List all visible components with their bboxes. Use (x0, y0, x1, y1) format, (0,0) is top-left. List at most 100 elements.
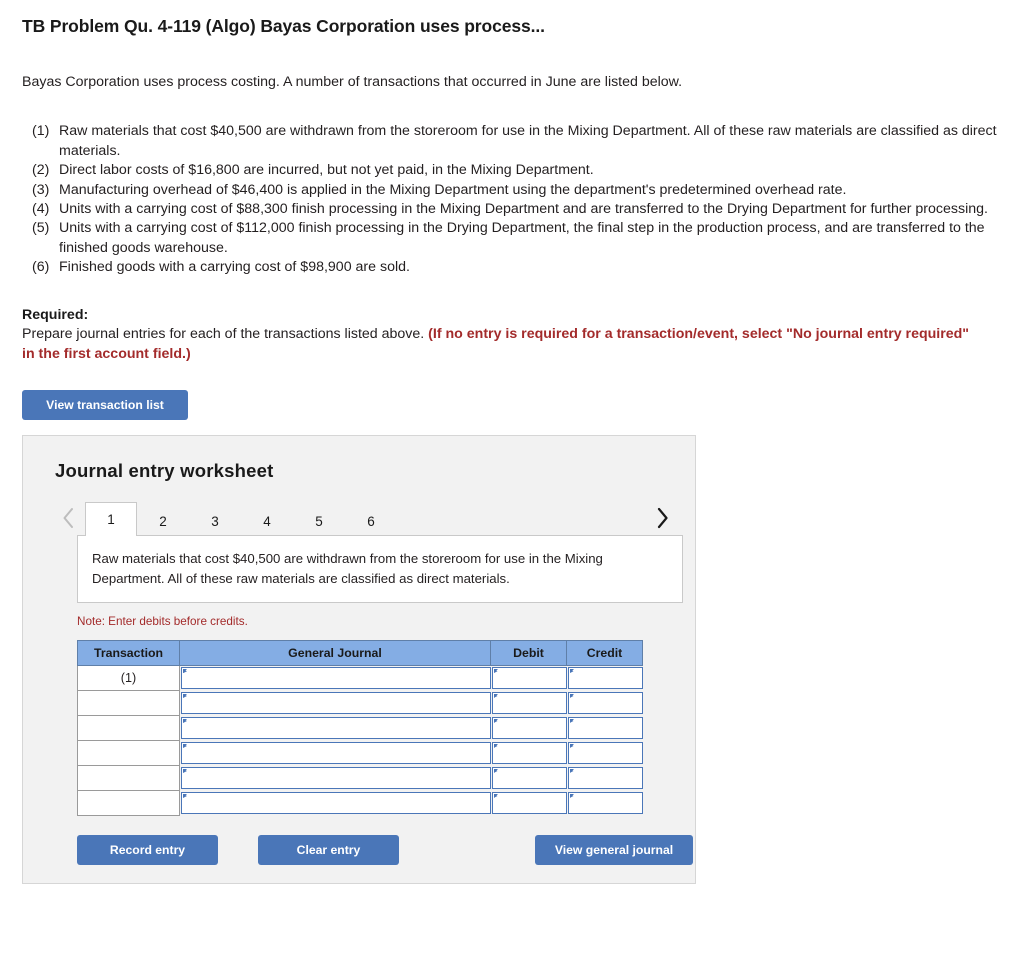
transaction-description: Raw materials that cost $40,500 are with… (77, 535, 683, 603)
cell-transaction: (1) (77, 664, 180, 691)
transaction-list: (1) Raw materials that cost $40,500 are … (0, 122, 1024, 278)
list-item-text: Manufacturing overhead of $46,400 is app… (59, 181, 847, 198)
credit-input[interactable] (567, 791, 643, 814)
cell-credit[interactable] (567, 765, 643, 790)
general-journal-input[interactable] (181, 716, 491, 739)
debit-input[interactable] (491, 716, 567, 739)
required-text: Prepare journal entries for each of the … (22, 325, 982, 364)
required-label: Required: (22, 306, 89, 323)
list-item-number: (6) (32, 259, 50, 276)
column-header-transaction: Transaction (77, 639, 180, 666)
list-item: (6) Finished goods with a carrying cost … (32, 258, 1002, 277)
credit-input[interactable] (567, 691, 643, 714)
table-row (77, 714, 643, 741)
cell-debit[interactable] (491, 665, 567, 690)
cell-general-journal[interactable] (180, 740, 491, 765)
cell-credit[interactable] (567, 740, 643, 765)
table-row (77, 739, 643, 766)
worksheet-tabstrip: 1 2 3 4 5 6 (23, 500, 695, 537)
cell-credit[interactable] (567, 715, 643, 740)
cell-debit[interactable] (491, 740, 567, 765)
debit-input[interactable] (491, 691, 567, 714)
cell-general-journal[interactable] (180, 765, 491, 790)
chevron-left-icon[interactable] (55, 501, 81, 535)
cell-debit[interactable] (491, 690, 567, 715)
cell-general-journal[interactable] (180, 715, 491, 740)
list-item-text: Units with a carrying cost of $112,000 f… (59, 220, 985, 256)
list-item-number: (3) (32, 181, 50, 198)
debits-before-credits-note: Note: Enter debits before credits. (77, 614, 248, 628)
cell-credit[interactable] (567, 790, 643, 815)
debit-input[interactable] (491, 741, 567, 764)
table-row (77, 764, 643, 791)
view-transaction-list-button[interactable]: View transaction list (22, 390, 188, 421)
table-header-row: Transaction General Journal Debit Credit (77, 639, 643, 666)
list-item: (2) Direct labor costs of $16,800 are in… (32, 161, 1002, 180)
list-item-text: Direct labor costs of $16,800 are incurr… (59, 162, 594, 179)
list-item: (5) Units with a carrying cost of $112,0… (32, 219, 1002, 258)
cell-credit[interactable] (567, 690, 643, 715)
debit-input[interactable] (491, 766, 567, 789)
credit-input[interactable] (567, 766, 643, 789)
tab-1[interactable]: 1 (85, 502, 137, 537)
cell-debit[interactable] (491, 790, 567, 815)
cell-general-journal[interactable] (180, 690, 491, 715)
list-item: (4) Units with a carrying cost of $88,30… (32, 200, 1002, 219)
general-journal-input[interactable] (181, 741, 491, 764)
tab-4[interactable]: 4 (241, 506, 293, 535)
required-section: Required: Prepare journal entries for ea… (0, 306, 1024, 364)
list-item: (3) Manufacturing overhead of $46,400 is… (32, 181, 1002, 200)
general-journal-input[interactable] (181, 791, 491, 814)
journal-entry-table: Transaction General Journal Debit Credit… (77, 639, 643, 816)
tab-5[interactable]: 5 (293, 506, 345, 535)
cell-debit[interactable] (491, 715, 567, 740)
required-instruction: Prepare journal entries for each of the … (22, 326, 429, 343)
credit-input[interactable] (567, 741, 643, 764)
table-row (77, 789, 643, 816)
tab-3[interactable]: 3 (189, 506, 241, 535)
view-general-journal-button[interactable]: View general journal (535, 834, 693, 865)
cell-general-journal[interactable] (180, 665, 491, 690)
general-journal-input[interactable] (181, 667, 491, 690)
debit-input[interactable] (491, 791, 567, 814)
cell-transaction (77, 714, 180, 741)
journal-entry-table-body: (1) (77, 664, 643, 816)
column-header-general-journal: General Journal (179, 639, 491, 666)
list-item-number: (4) (32, 200, 50, 217)
page-title: TB Problem Qu. 4-119 (Algo) Bayas Corpor… (22, 16, 545, 36)
cell-transaction (77, 789, 180, 816)
record-entry-button[interactable]: Record entry (77, 834, 218, 865)
list-item: (1) Raw materials that cost $40,500 are … (32, 122, 1002, 161)
cell-transaction (77, 689, 180, 716)
problem-intro: Bayas Corporation uses process costing. … (22, 74, 683, 90)
chevron-right-icon[interactable] (649, 501, 675, 535)
worksheet-footer: Record entry Clear entry View general jo… (77, 834, 693, 865)
column-header-debit: Debit (490, 639, 567, 666)
list-item-number: (2) (32, 162, 50, 179)
tab-6[interactable]: 6 (345, 506, 397, 535)
debit-input[interactable] (491, 667, 567, 690)
general-journal-input[interactable] (181, 691, 491, 714)
worksheet-tabs: 1 2 3 4 5 6 (85, 502, 397, 537)
list-item-number: (5) (32, 220, 50, 237)
column-header-credit: Credit (566, 639, 643, 666)
general-journal-input[interactable] (181, 766, 491, 789)
list-item-text: Raw materials that cost $40,500 are with… (59, 123, 997, 159)
cell-debit[interactable] (491, 765, 567, 790)
cell-transaction (77, 739, 180, 766)
problem-page: TB Problem Qu. 4-119 (Algo) Bayas Corpor… (0, 0, 1024, 884)
clear-entry-button[interactable]: Clear entry (258, 834, 399, 865)
table-row: (1) (77, 664, 643, 691)
worksheet-title: Journal entry worksheet (55, 460, 274, 482)
cell-credit[interactable] (567, 665, 643, 690)
tab-2[interactable]: 2 (137, 506, 189, 535)
list-item-text: Finished goods with a carrying cost of $… (59, 259, 410, 276)
cell-transaction (77, 764, 180, 791)
table-row (77, 689, 643, 716)
credit-input[interactable] (567, 667, 643, 690)
credit-input[interactable] (567, 716, 643, 739)
list-item-number: (1) (32, 123, 50, 140)
list-item-text: Units with a carrying cost of $88,300 fi… (59, 200, 988, 217)
journal-entry-worksheet-panel: Journal entry worksheet 1 2 3 4 5 6 Raw … (22, 435, 696, 884)
cell-general-journal[interactable] (180, 790, 491, 815)
